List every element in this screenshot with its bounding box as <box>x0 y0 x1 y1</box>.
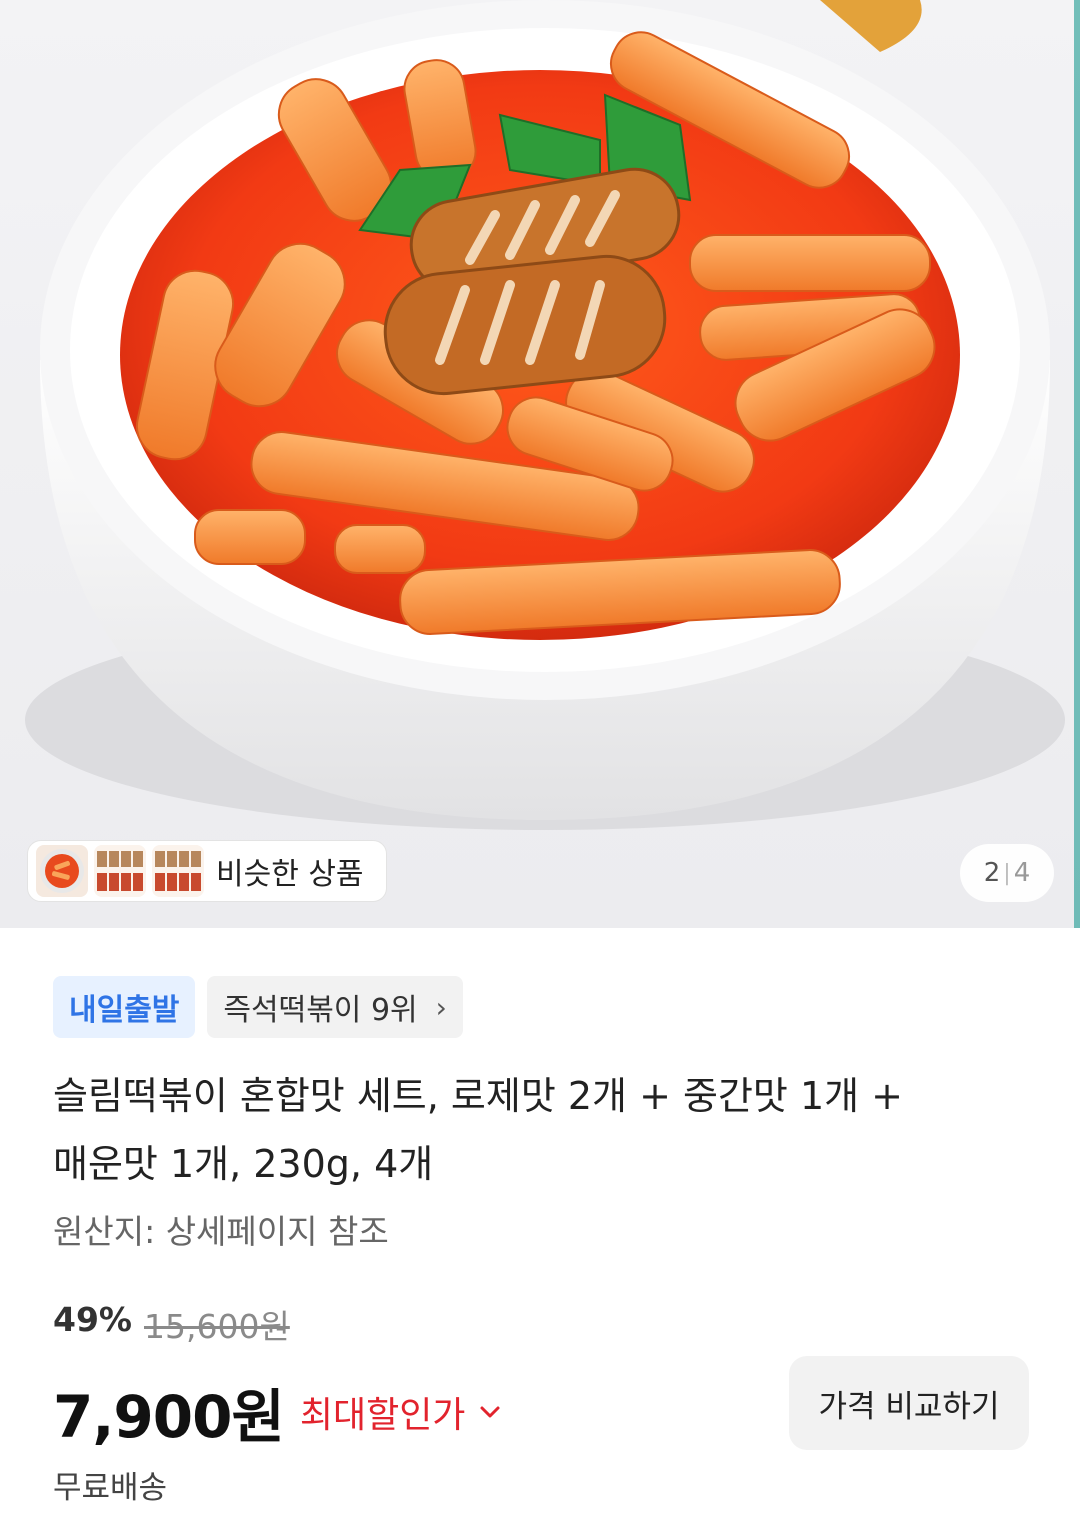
discount-percent: 49% <box>53 1300 132 1339</box>
similar-products-chip[interactable]: 비슷한 상품 <box>27 840 387 902</box>
pager-current: 2 <box>983 858 1001 888</box>
discount-row: 49% 15,600원 <box>53 1300 290 1348</box>
origin-info: 원산지: 상세페이지 참조 <box>53 1212 389 1251</box>
max-discount-toggle[interactable]: 최대할인가 <box>300 1386 502 1438</box>
similar-thumb-3 <box>152 845 204 897</box>
similar-thumb-2 <box>94 845 146 897</box>
pager-separator: | <box>1003 860 1011 886</box>
product-title-line-1: 슬림떡볶이 혼합맛 세트, 로제맛 2개 + 중간맛 1개 + <box>53 1074 904 1118</box>
sale-price: 7,900원 <box>53 1383 285 1451</box>
product-image-carousel[interactable]: 비슷한 상품 2 | 4 <box>0 0 1080 928</box>
original-price: 15,600원 <box>144 1307 290 1346</box>
price-compare-button[interactable]: 가격 비교하기 <box>789 1356 1029 1450</box>
pager-total: 4 <box>1013 858 1031 888</box>
product-photo <box>25 0 1080 928</box>
chevron-right-icon: › <box>435 990 447 1024</box>
similar-thumb-1 <box>36 845 88 897</box>
ranking-label: 즉석떡볶이 9위 <box>223 993 418 1028</box>
chevron-down-icon <box>480 1406 500 1418</box>
product-title-line-2: 매운맛 1개, 230g, 4개 <box>53 1142 434 1186</box>
similar-products-label: 비슷한 상품 <box>216 857 364 892</box>
product-title: 슬림떡볶이 혼합맛 세트, 로제맛 2개 + 중간맛 1개 + 매운맛 1개, … <box>53 1062 1013 1198</box>
max-discount-label: 최대할인가 <box>299 1395 466 1436</box>
price-row: 7,900원 최대할인가 <box>53 1370 501 1454</box>
ranking-badge[interactable]: 즉석떡볶이 9위 › <box>207 976 463 1038</box>
delivery-badge: 내일출발 <box>53 976 196 1038</box>
badge-row: 내일출발 즉석떡볶이 9위 › <box>53 976 463 1038</box>
shipping-info: 무료배송 <box>53 1470 168 1506</box>
image-pager: 2 | 4 <box>960 844 1054 902</box>
